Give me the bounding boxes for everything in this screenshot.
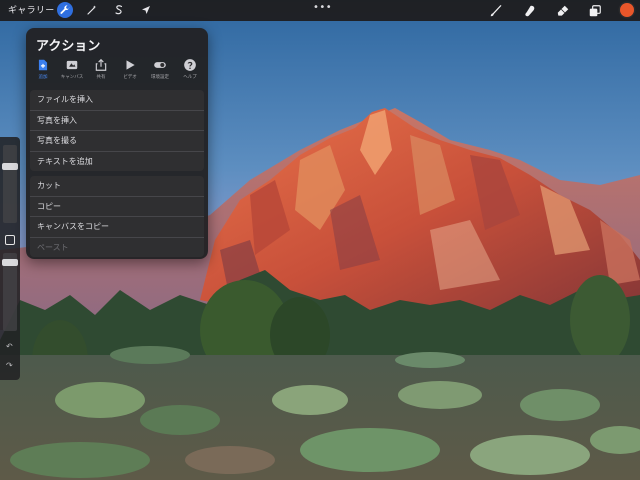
- brush-sidebar: ↶ ↷: [0, 137, 20, 380]
- add-file-icon: [38, 59, 48, 71]
- smudge-icon: [525, 5, 535, 17]
- more-options-handle[interactable]: •••: [313, 2, 332, 13]
- brush-size-thumb[interactable]: [2, 162, 18, 170]
- edit-group: カット コピー キャンバスをコピー ペースト: [30, 176, 204, 257]
- help-icon: [184, 59, 196, 71]
- layers-button[interactable]: [587, 3, 603, 19]
- tab-label: 環境設定: [151, 75, 169, 80]
- tab-label: 追加: [38, 75, 48, 80]
- tab-add[interactable]: 追加: [30, 58, 56, 80]
- actions-panel: アクション 追加 キャンバス 共有 ビデオ 環境設定 ヘルプ ファイルを挿入 写…: [26, 28, 208, 259]
- paste-item: ペースト: [37, 242, 69, 252]
- tab-canvas[interactable]: キャンバス: [59, 58, 85, 80]
- brush-button[interactable]: [488, 3, 504, 19]
- toggle-icon: [154, 62, 166, 68]
- add-text-item[interactable]: テキストを追加: [30, 152, 204, 172]
- copy-canvas-item[interactable]: キャンバスをコピー: [30, 217, 204, 238]
- selection-button[interactable]: [111, 2, 127, 18]
- top-toolbar: ギャラリー •••: [0, 0, 640, 21]
- brush-icon: [490, 5, 502, 17]
- tab-label: 共有: [96, 75, 106, 80]
- panel-title: アクション: [36, 39, 101, 54]
- modify-button[interactable]: [5, 235, 15, 245]
- tab-video[interactable]: ビデオ: [117, 58, 143, 80]
- brush-opacity-thumb[interactable]: [2, 259, 18, 266]
- canvas-icon: [66, 60, 78, 70]
- magic-wand-icon: [87, 5, 96, 15]
- insert-file-item[interactable]: ファイルを挿入: [30, 90, 204, 111]
- transform-button[interactable]: [138, 2, 154, 18]
- tab-preferences[interactable]: 環境設定: [147, 58, 173, 80]
- eraser-button[interactable]: [555, 3, 571, 19]
- arrow-cursor-icon: [142, 6, 150, 14]
- redo-icon[interactable]: ↷: [6, 361, 13, 370]
- tab-help[interactable]: ヘルプ: [177, 58, 203, 80]
- gallery-button[interactable]: ギャラリー: [8, 3, 55, 16]
- insert-photo-item[interactable]: 写真を挿入: [30, 111, 204, 131]
- wrench-icon: [60, 5, 70, 14]
- share-icon: [95, 58, 107, 71]
- brush-size-slider[interactable]: [3, 145, 17, 223]
- copy-item[interactable]: コピー: [30, 197, 204, 217]
- tab-label: キャンバス: [60, 75, 84, 80]
- play-icon: [126, 60, 135, 70]
- color-swatch[interactable]: [620, 3, 634, 17]
- tab-label: ヘルプ: [183, 75, 197, 80]
- take-photo-item[interactable]: 写真を撮る: [30, 131, 204, 152]
- tab-label: ビデオ: [123, 75, 137, 80]
- undo-icon[interactable]: ↶: [6, 342, 13, 351]
- smudge-button[interactable]: [522, 3, 538, 19]
- cut-item[interactable]: カット: [30, 176, 204, 197]
- insert-group: ファイルを挿入 写真を挿入 写真を撮る テキストを追加: [30, 90, 204, 171]
- actions-button[interactable]: [57, 2, 73, 18]
- adjustments-button[interactable]: [84, 2, 100, 18]
- layers-icon: [589, 5, 601, 17]
- selection-s-icon: [115, 5, 123, 15]
- eraser-icon: [557, 5, 569, 16]
- tab-share[interactable]: 共有: [88, 58, 114, 80]
